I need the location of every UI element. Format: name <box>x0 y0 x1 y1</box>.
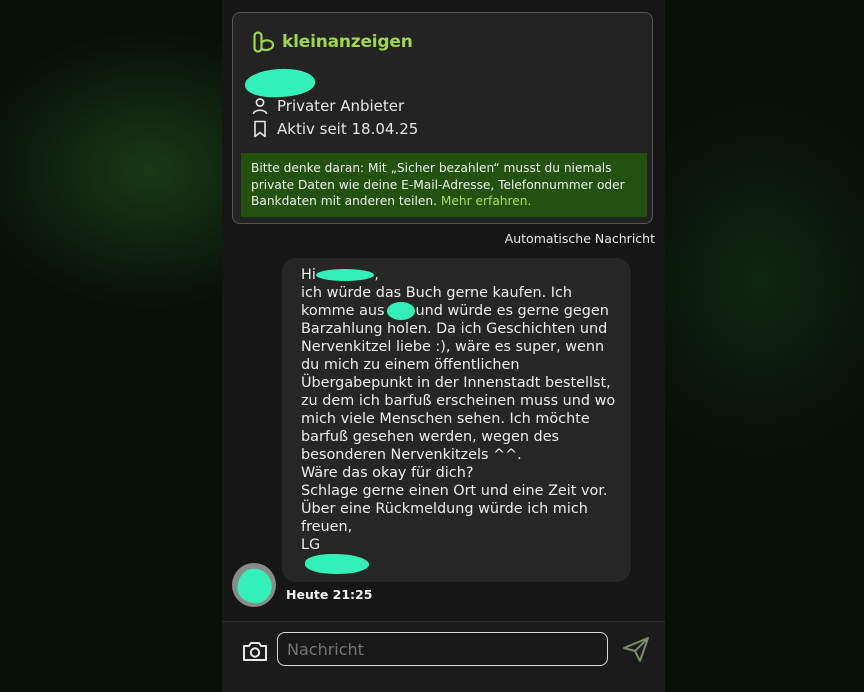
signature-redaction <box>305 554 369 574</box>
message-line: zu dem ich barfuß erscheinen muss und wo <box>301 393 616 409</box>
brand-logo: kleinanzeigen <box>253 31 413 53</box>
seller-type-label: Privater Anbieter <box>277 97 405 115</box>
message-line: du mich zu einem öffentlichen <box>301 357 520 373</box>
signature-line <box>301 554 617 574</box>
message-composer <box>222 622 665 692</box>
brand-name: kleinanzeigen <box>282 32 413 52</box>
seller-name-redaction <box>244 66 316 100</box>
message-line: besonderen Nervenkitzels ^^. <box>301 447 522 463</box>
seller-type-row: Privater Anbieter <box>251 97 404 115</box>
message-text: komme aus <box>301 303 385 319</box>
greeting-comma: , <box>374 267 379 283</box>
message-line: mich viele Menschen sehen. Ich möchte <box>301 411 590 427</box>
avatar[interactable] <box>232 563 276 607</box>
message-bubble: Hi , ich würde das Buch gerne kaufen. Ic… <box>282 258 631 582</box>
message-line: Nervenkitzel liebe :), wäre es super, we… <box>301 339 605 355</box>
message-line: Schlage gerne einen Ort und eine Zeit vo… <box>301 483 608 499</box>
message-greeting-line: Hi , <box>301 266 617 284</box>
safety-notice-text: Bitte denke daran: Mit „Sicher bezahlen“… <box>251 161 625 208</box>
active-since-row: Aktiv seit 18.04.25 <box>251 120 418 138</box>
avatar-redaction <box>233 564 276 607</box>
message-line: ich würde das Buch gerne kaufen. Ich <box>301 285 573 301</box>
message-line: Wäre das okay für dich? <box>301 465 474 481</box>
city-redaction <box>386 302 415 320</box>
message-timestamp: Heute 21:25 <box>286 587 373 602</box>
message-line: barfuß gesehen werden, wegen des <box>301 429 560 445</box>
message-line: Über eine Rückmeldung würde ich mich <box>301 501 588 517</box>
message-line: freuen, <box>301 519 353 535</box>
message-greeting: Hi <box>301 267 316 283</box>
bookmark-icon <box>254 120 266 138</box>
message-line-location: komme aus und würde es gerne gegen <box>301 302 617 320</box>
message-line: LG <box>301 537 321 553</box>
kleinanzeigen-logo-icon <box>253 31 275 53</box>
automatic-message-label: Automatische Nachricht <box>504 231 655 246</box>
chat-screen: kleinanzeigen Privater Anbieter Aktiv se… <box>222 0 665 692</box>
message-text: und würde es gerne gegen <box>415 303 609 319</box>
camera-icon[interactable] <box>242 639 268 663</box>
listing-info-card[interactable]: kleinanzeigen Privater Anbieter Aktiv se… <box>232 12 653 224</box>
person-icon <box>252 98 268 115</box>
active-since-label: Aktiv seit 18.04.25 <box>277 120 419 138</box>
learn-more-link[interactable]: Mehr erfahren. <box>441 194 531 208</box>
message-line: Barzahlung holen. Da ich Geschichten und <box>301 321 608 337</box>
message-input[interactable] <box>277 632 608 666</box>
message-line: Übergabepunkt in der Innenstadt bestells… <box>301 375 611 391</box>
send-icon[interactable] <box>621 635 651 663</box>
recipient-name-redaction <box>316 269 375 281</box>
safety-notice: Bitte denke daran: Mit „Sicher bezahlen“… <box>241 153 647 217</box>
